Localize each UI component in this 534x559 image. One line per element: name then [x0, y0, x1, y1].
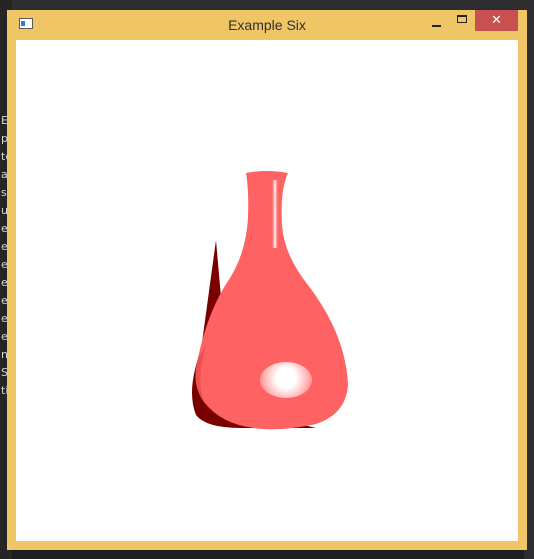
- close-icon: ✕: [491, 13, 502, 28]
- neck-highlight: [271, 180, 279, 248]
- minimize-button[interactable]: [423, 10, 449, 31]
- render-viewport: [16, 40, 518, 541]
- specular-highlight: [260, 362, 312, 398]
- title-bar[interactable]: Example Six ✕: [7, 10, 527, 39]
- example-six-window: Example Six ✕: [7, 10, 527, 550]
- maximize-button[interactable]: [449, 10, 475, 31]
- close-button[interactable]: ✕: [475, 10, 518, 31]
- vase-render: [192, 171, 348, 430]
